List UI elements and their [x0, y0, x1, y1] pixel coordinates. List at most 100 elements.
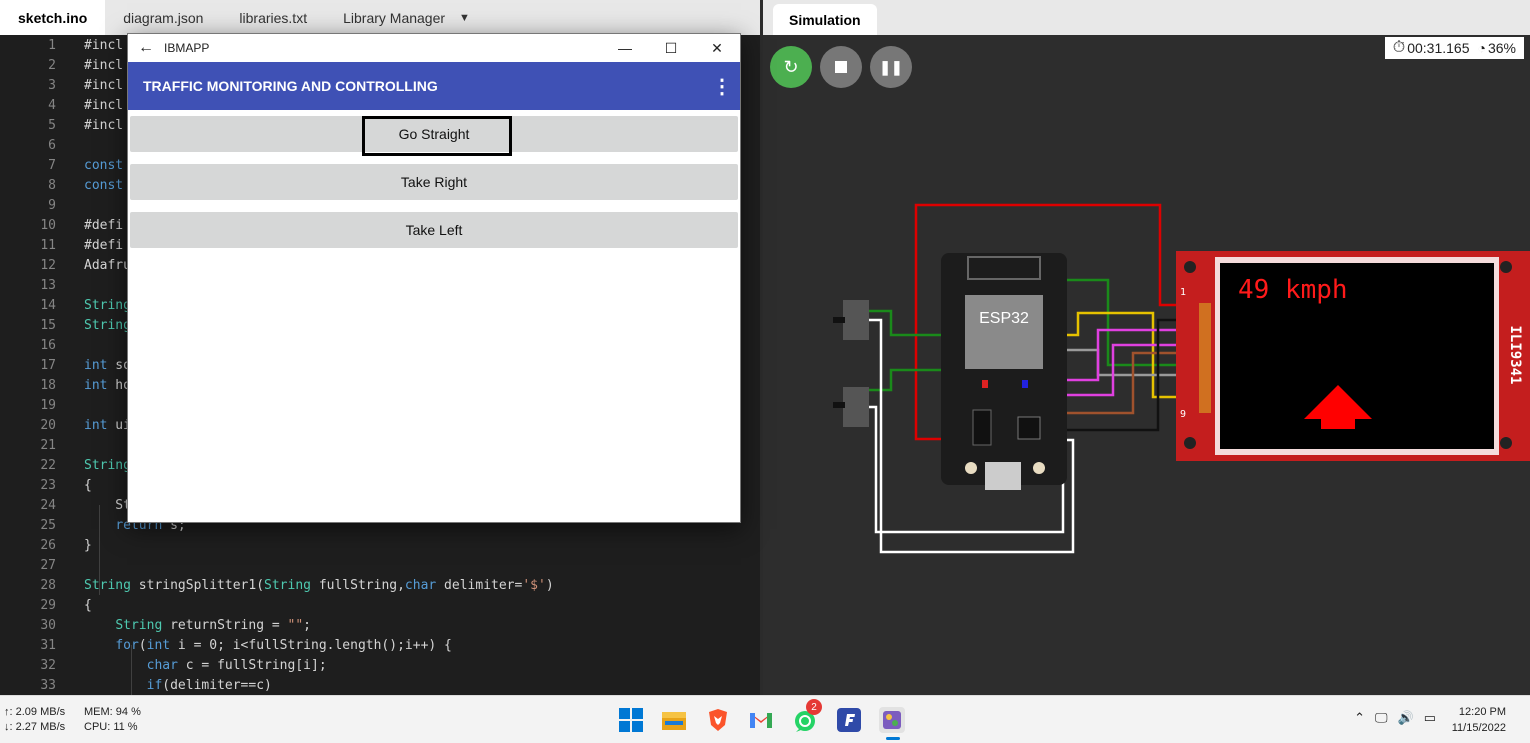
- circuit-diagram: ESP32 49 kmph ILI9341 1 9: [833, 203, 1530, 554]
- code-line[interactable]: 26}: [0, 536, 760, 556]
- code-text: #incl: [84, 78, 124, 93]
- code-text: int ui: [84, 418, 131, 433]
- wire-yellow: [1058, 311, 1180, 399]
- more-vert-icon[interactable]: ⋮: [704, 74, 740, 99]
- code-text: if(delimiter==c): [146, 678, 272, 693]
- code-text: {: [84, 478, 92, 493]
- maximize-icon[interactable]: ☐: [648, 40, 694, 57]
- taskbar-clock[interactable]: 12:20 PM 11/15/2022: [1452, 704, 1506, 736]
- line-number: 19: [40, 398, 56, 413]
- line-number: 6: [48, 138, 56, 153]
- speed-text: 49 kmph: [1238, 275, 1348, 305]
- code-line[interactable]: 33 if(delimiter==c): [0, 676, 760, 695]
- pin-label: 1: [1180, 287, 1186, 298]
- windows-start-icon[interactable]: [618, 707, 644, 733]
- taskbar: ↑: 2.09 MB/s ↓: 2.27 MB/s MEM: 94 % CPU:…: [0, 695, 1530, 743]
- line-number: 7: [48, 158, 56, 173]
- code-text: #incl: [84, 38, 124, 53]
- line-number: 9: [48, 198, 56, 213]
- tab-simulation[interactable]: Simulation: [773, 4, 877, 35]
- code-text: String: [84, 318, 131, 333]
- line-number: 27: [40, 558, 56, 573]
- upload-speed: ↑: 2.09 MB/s: [4, 706, 66, 718]
- slide-switch: [843, 300, 869, 340]
- code-text: {: [84, 598, 92, 613]
- code-text: char c = fullString[i];: [146, 658, 327, 673]
- app-f-icon[interactable]: [836, 707, 862, 733]
- button-label: Take Right: [400, 174, 468, 190]
- code-text: #incl: [84, 98, 124, 113]
- cpu-usage: CPU: 11 %: [84, 721, 138, 733]
- line-number: 23: [40, 478, 56, 493]
- app-window: ← IBMAPP — ☐ ✕ TRAFFIC MONITORING AND CO…: [127, 33, 741, 523]
- back-arrow-icon[interactable]: ←: [128, 39, 164, 57]
- chevron-down-icon[interactable]: ▼: [459, 12, 470, 24]
- clock-date: 11/15/2022: [1451, 722, 1506, 734]
- window-title: IBMAPP: [164, 41, 210, 55]
- line-number: 3: [48, 78, 56, 93]
- tab-library-manager[interactable]: Library Manager ▼: [325, 0, 488, 35]
- code-text: const: [84, 158, 124, 173]
- tab-sketch[interactable]: sketch.ino: [0, 0, 106, 35]
- simulation-canvas[interactable]: ↻ ❚❚ ⏱ 00:31.165 ◔ 36% ESP32 49 kmph ILI…: [763, 35, 1530, 695]
- code-text: #incl: [84, 118, 124, 133]
- line-number: 30: [40, 618, 56, 633]
- code-text: int so: [84, 358, 131, 373]
- code-text: String: [84, 458, 131, 473]
- network-speed: ↑: 2.09 MB/s ↓: 2.27 MB/s: [4, 705, 65, 735]
- take-right-button[interactable]: Take Right: [130, 164, 738, 200]
- minimize-icon[interactable]: —: [602, 40, 648, 57]
- window-titlebar: ← IBMAPP — ☐ ✕: [128, 34, 740, 62]
- code-line[interactable]: 27: [0, 556, 760, 576]
- tab-diagram[interactable]: diagram.json: [105, 0, 221, 35]
- line-number: 2: [48, 58, 56, 73]
- volume-icon[interactable]: 🔊: [1398, 710, 1414, 726]
- system-usage: MEM: 94 % CPU: 11 %: [84, 705, 141, 735]
- chevron-up-icon[interactable]: ⌃: [1354, 710, 1365, 726]
- line-number: 28: [40, 578, 56, 593]
- code-line[interactable]: 30 String returnString = "";: [0, 616, 760, 636]
- code-text: #defi: [84, 218, 124, 233]
- code-text: String returnString = "";: [115, 618, 311, 633]
- line-number: 21: [40, 438, 56, 453]
- gmail-icon[interactable]: [748, 707, 774, 733]
- whatsapp-icon[interactable]: 2: [792, 699, 822, 733]
- line-number: 18: [40, 378, 56, 393]
- line-number: 5: [48, 118, 56, 133]
- tab-label: Library Manager: [343, 9, 446, 26]
- memory-usage: MEM: 94 %: [84, 706, 141, 718]
- line-number: 14: [40, 298, 56, 313]
- code-line[interactable]: 29 {: [0, 596, 760, 616]
- download-speed: ↓: 2.27 MB/s: [4, 721, 66, 733]
- line-number: 20: [40, 418, 56, 433]
- code-text: Adafru: [84, 258, 131, 273]
- code-line[interactable]: 32 char c = fullString[i];: [0, 656, 760, 676]
- button-label: Take Left: [405, 222, 463, 238]
- battery-icon[interactable]: ▭: [1424, 710, 1436, 726]
- line-number: 1: [48, 38, 56, 53]
- editor-tabs: sketch.ino diagram.json libraries.txt Li…: [0, 0, 760, 35]
- ibmapp-taskbar-icon[interactable]: [879, 707, 905, 733]
- take-left-button[interactable]: Take Left: [130, 212, 738, 248]
- code-line[interactable]: 31 for(int i = 0; i<fullString.length();…: [0, 636, 760, 656]
- file-explorer-icon[interactable]: [661, 707, 687, 733]
- line-number: 24: [40, 498, 56, 513]
- active-indicator: [886, 737, 900, 740]
- clock-time: 12:20 PM: [1458, 706, 1506, 718]
- code-text: }: [84, 538, 92, 553]
- code-text: int ho: [84, 378, 131, 393]
- esp32-chip: [965, 295, 1043, 369]
- tab-libraries[interactable]: libraries.txt: [221, 0, 325, 35]
- brave-browser-icon[interactable]: [705, 707, 731, 733]
- line-number: 33: [40, 678, 56, 693]
- network-icon[interactable]: 🖵: [1375, 710, 1388, 726]
- system-tray[interactable]: ⌃ 🖵 🔊 ▭: [1354, 710, 1436, 726]
- line-number: 4: [48, 98, 56, 113]
- code-text: String: [84, 298, 131, 313]
- app-title: TRAFFIC MONITORING AND CONTROLLING: [143, 78, 438, 94]
- line-number: 32: [40, 658, 56, 673]
- tab-label: diagram.json: [123, 9, 204, 26]
- pin-label: 9: [1180, 409, 1186, 420]
- code-line[interactable]: 28 String stringSplitter1(String fullStri…: [0, 576, 760, 596]
- close-icon[interactable]: ✕: [694, 40, 740, 57]
